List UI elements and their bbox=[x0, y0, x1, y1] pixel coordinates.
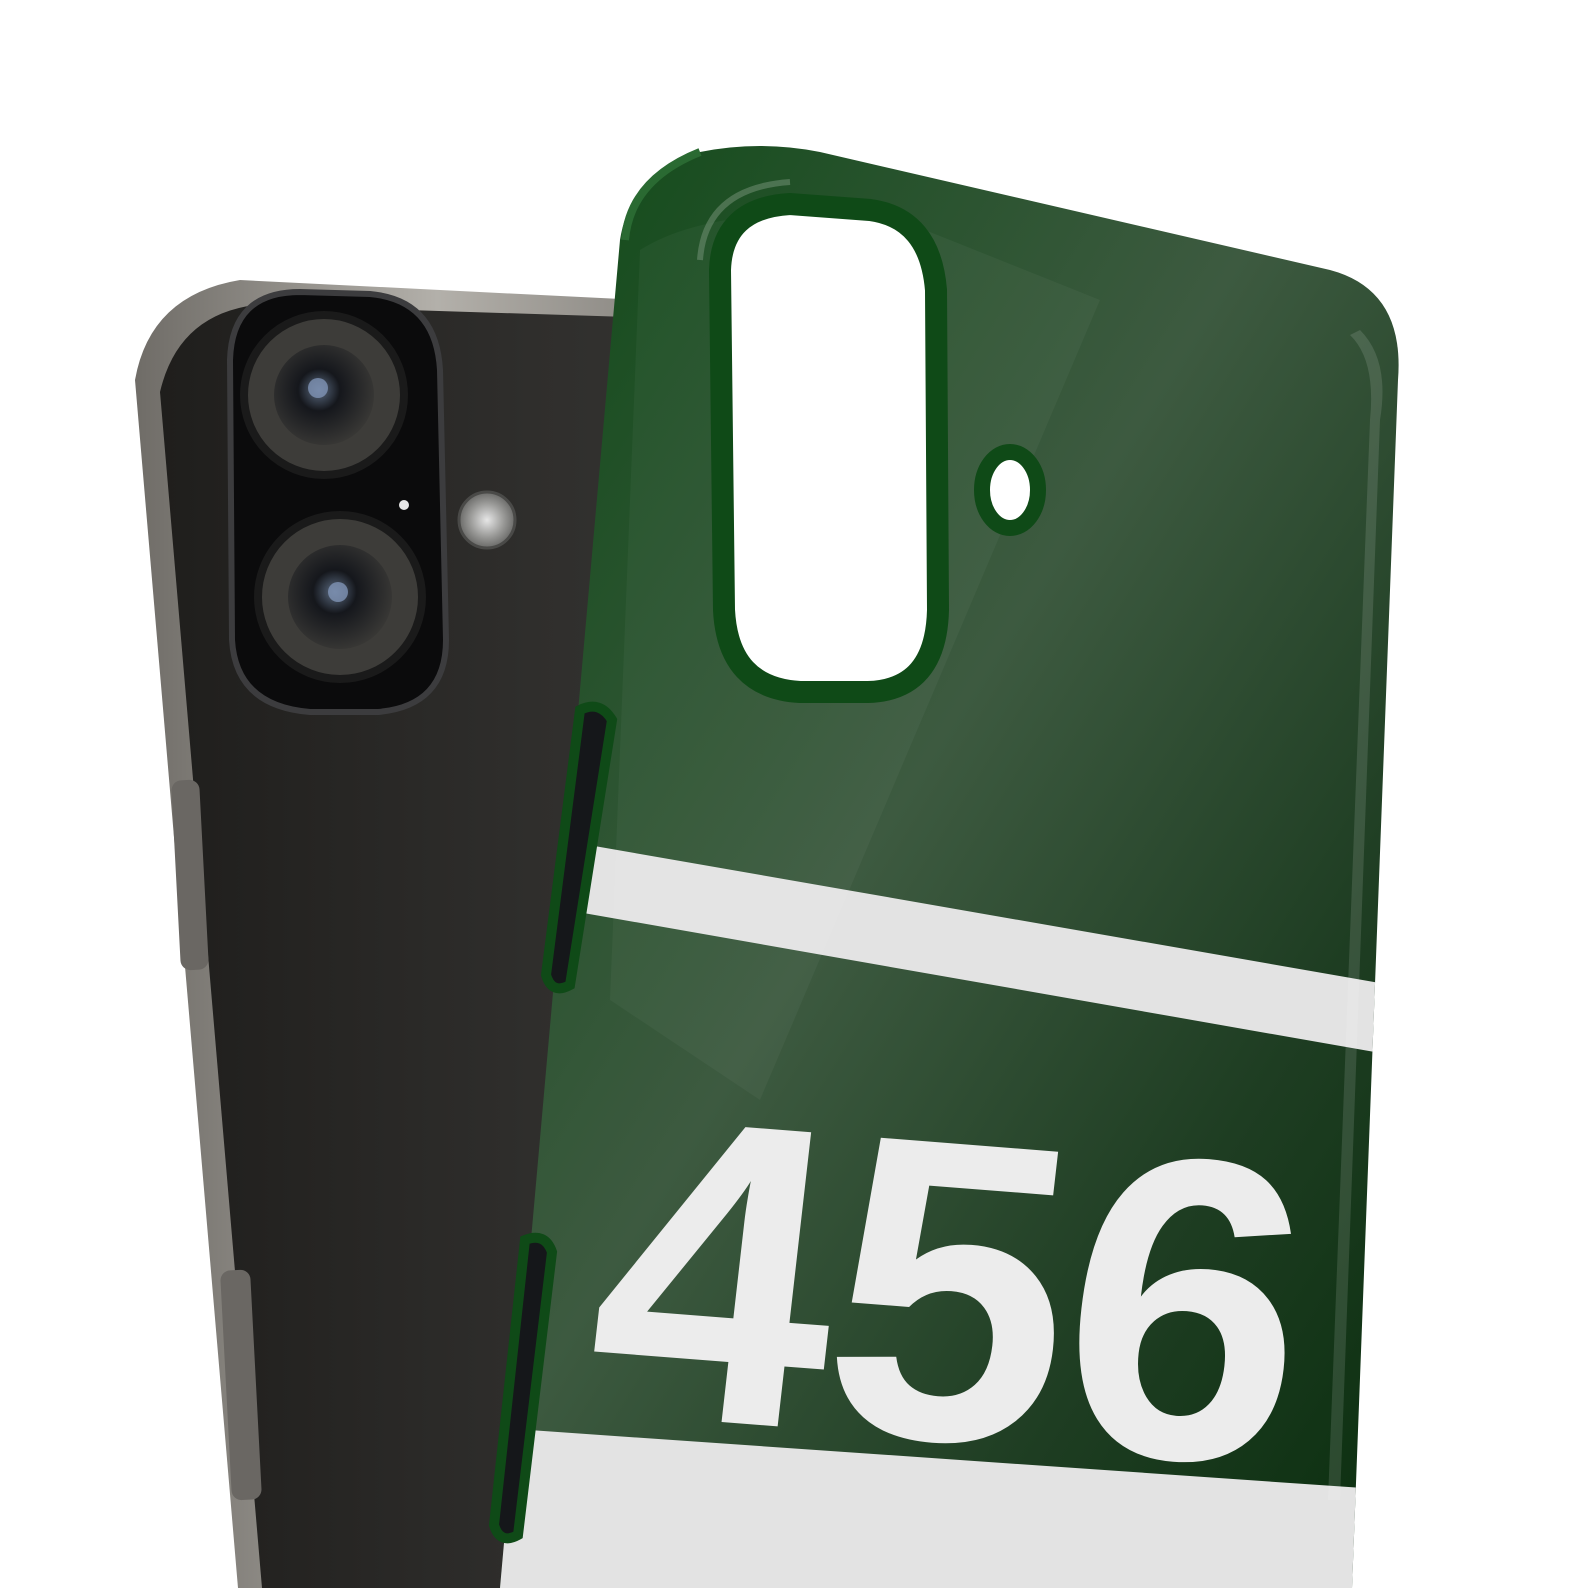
camera-cutout bbox=[708, 192, 950, 703]
flash-cutout bbox=[974, 444, 1046, 536]
flash-icon bbox=[457, 490, 517, 550]
microphone-icon bbox=[399, 500, 409, 510]
case-number: 456 bbox=[570, 1025, 1329, 1558]
camera-module bbox=[226, 288, 450, 715]
product-scene: 456 bbox=[0, 0, 1588, 1588]
